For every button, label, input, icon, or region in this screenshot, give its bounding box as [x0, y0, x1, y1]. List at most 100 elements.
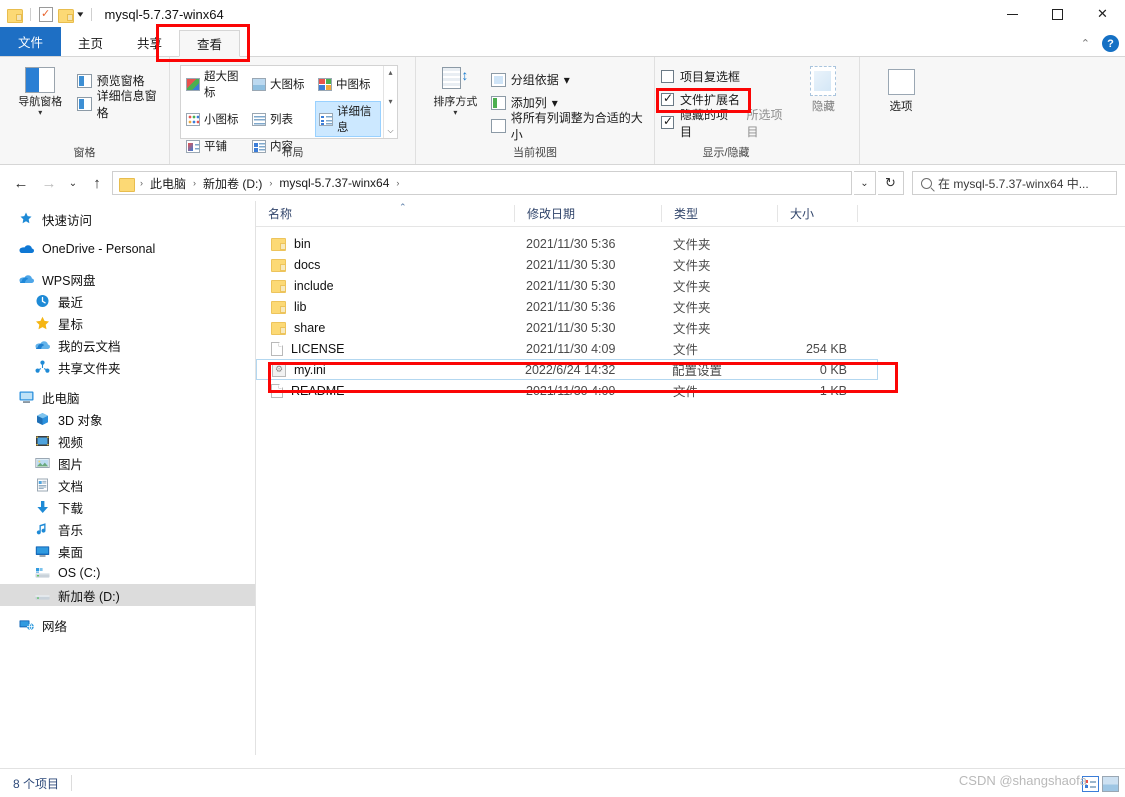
sidebar-item-videos[interactable]: 视频: [0, 430, 255, 452]
sidebar-label: 新加卷 (D:): [58, 589, 120, 604]
folder-icon[interactable]: [7, 8, 23, 23]
sidebar-item-music[interactable]: 音乐: [0, 518, 255, 540]
breadcrumb[interactable]: › 此电脑 › 新加卷 (D:) › mysql-5.7.37-winx64 ›: [112, 171, 852, 195]
view-mode-buttons[interactable]: [1082, 776, 1119, 792]
sort-by-button[interactable]: ↕ 排序方式 ▾: [426, 63, 485, 117]
sidebar-label: 视频: [58, 435, 84, 450]
table-row[interactable]: share 2021/11/30 5:30 文件夹: [256, 317, 1125, 338]
sort-icon: ↕: [442, 67, 468, 93]
hide-button[interactable]: 隐藏: [796, 63, 851, 114]
sidebar-label: 3D 对象: [58, 413, 103, 428]
layout-view-gallery[interactable]: 超大图标 大图标 中图标 小图标 列表 详细信息 平铺 内容 ▴ ▾ ⌵: [180, 65, 398, 153]
properties-icon[interactable]: [39, 6, 53, 22]
sidebar-item-wps-cloud[interactable]: WPS网盘: [0, 268, 255, 290]
onedrive-icon: [18, 241, 35, 257]
main-content: 快速访问 OneDrive - Personal WPS网盘 最近 星标 我的云…: [0, 201, 1125, 755]
file-date: 2021/11/30 5:30: [526, 278, 616, 293]
sidebar-item-shared-folder[interactable]: 共享文件夹: [0, 356, 255, 378]
layout-medium-icons[interactable]: 中图标: [315, 67, 381, 101]
group-by-button[interactable]: 分组依据 ▾: [490, 68, 646, 91]
breadcrumb-drive-d[interactable]: 新加卷 (D:): [199, 175, 266, 192]
chevron-down-icon[interactable]: ▾: [552, 96, 558, 110]
table-row[interactable]: docs 2021/11/30 5:30 文件夹: [256, 254, 1125, 275]
chevron-down-icon[interactable]: ▾: [77, 9, 83, 20]
sidebar-label: 文档: [58, 479, 84, 494]
item-checkboxes-option[interactable]: 项目复选框: [661, 65, 792, 88]
maximize-button[interactable]: [1035, 0, 1080, 28]
table-row[interactable]: my.ini 2022/6/24 14:32 配置设置 0 KB: [256, 359, 878, 380]
tab-share[interactable]: 共享: [120, 29, 179, 56]
column-header-type[interactable]: 类型: [661, 205, 777, 222]
close-button[interactable]: ✕: [1080, 0, 1125, 28]
sidebar-item-recent[interactable]: 最近: [0, 290, 255, 312]
column-header-name[interactable]: 名称: [256, 205, 514, 222]
address-dropdown-button[interactable]: ⌄: [854, 171, 876, 195]
sidebar-item-downloads[interactable]: 下载: [0, 496, 255, 518]
scroll-more-icon[interactable]: ⌵: [387, 126, 393, 136]
checkbox-item-checkboxes[interactable]: [661, 70, 674, 83]
scroll-down-icon[interactable]: ▾: [388, 97, 392, 106]
chevron-down-icon[interactable]: ▾: [38, 108, 42, 117]
new-folder-icon[interactable]: [58, 8, 74, 23]
large-icons-view-icon[interactable]: [1102, 776, 1119, 792]
window-controls[interactable]: ✕: [990, 0, 1125, 28]
table-row[interactable]: LICENSE 2021/11/30 4:09 文件 254 KB: [256, 338, 1125, 359]
layout-gallery-scrollbar[interactable]: ▴ ▾ ⌵: [383, 66, 397, 138]
size-all-columns-button[interactable]: 将所有列调整为合适的大小: [490, 111, 646, 142]
table-row[interactable]: README 2021/11/30 4:09 文件 1 KB: [256, 380, 1125, 401]
checkbox-file-extensions[interactable]: [661, 91, 674, 106]
table-row[interactable]: include 2021/11/30 5:30 文件夹: [256, 275, 1125, 296]
minimize-button[interactable]: [990, 0, 1035, 28]
search-input[interactable]: 在 mysql-5.7.37-winx64 中...: [912, 171, 1117, 195]
scroll-up-icon[interactable]: ▴: [388, 68, 392, 77]
quick-access-toolbar[interactable]: ▾: [0, 6, 95, 23]
table-row[interactable]: lib 2021/11/30 5:36 文件夹: [256, 296, 1125, 317]
tab-view[interactable]: 查看: [179, 30, 241, 57]
group-label-show-hide: 显示/隐藏: [702, 147, 750, 159]
sidebar-item-quick-access[interactable]: 快速访问: [0, 208, 255, 230]
help-icon[interactable]: ?: [1102, 35, 1119, 52]
pictures-icon: [34, 455, 51, 471]
sidebar-item-documents[interactable]: 文档: [0, 474, 255, 496]
breadcrumb-mysql-folder[interactable]: mysql-5.7.37-winx64: [275, 176, 393, 190]
chevron-up-icon[interactable]: ⌃: [1081, 37, 1090, 50]
sidebar-item-network[interactable]: 网络: [0, 614, 255, 636]
navigation-pane-button[interactable]: 导航窗格 ▾: [10, 63, 71, 117]
chevron-down-icon[interactable]: ▾: [564, 73, 570, 87]
group-by-label: 分组依据: [510, 73, 559, 87]
layout-list[interactable]: 列表: [249, 101, 315, 137]
hidden-items-option[interactable]: 隐藏的项目 所选项目: [661, 108, 792, 139]
options-button[interactable]: 选项: [870, 63, 932, 114]
column-header-size[interactable]: 大小: [777, 205, 857, 222]
column-header-date[interactable]: 修改日期: [514, 205, 661, 222]
up-button[interactable]: ↑: [84, 170, 110, 196]
tab-file[interactable]: 文件: [0, 27, 62, 56]
file-date: 2021/11/30 4:09: [526, 341, 616, 356]
sidebar-item-3d-objects[interactable]: 3D 对象: [0, 408, 255, 430]
back-button[interactable]: ←: [8, 170, 34, 196]
recent-locations-button[interactable]: ⌄: [64, 170, 82, 196]
sidebar-item-onedrive[interactable]: OneDrive - Personal: [0, 238, 255, 260]
sidebar-item-starred[interactable]: 星标: [0, 312, 255, 334]
tab-home[interactable]: 主页: [61, 29, 120, 56]
sidebar-item-pictures[interactable]: 图片: [0, 452, 255, 474]
checkbox-hidden-items[interactable]: [661, 114, 674, 129]
breadcrumb-this-pc[interactable]: 此电脑: [146, 175, 190, 192]
table-row[interactable]: bin 2021/11/30 5:36 文件夹: [256, 233, 1125, 254]
layout-large-icons[interactable]: 大图标: [249, 67, 315, 101]
breadcrumb-separator: ›: [140, 178, 143, 188]
sidebar-item-desktop[interactable]: 桌面: [0, 540, 255, 562]
layout-extra-large-icons[interactable]: 超大图标: [183, 67, 249, 101]
chevron-down-icon[interactable]: ▾: [453, 108, 457, 117]
layout-details[interactable]: 详细信息: [315, 101, 381, 137]
file-date: 2021/11/30 5:36: [526, 299, 616, 314]
sidebar-item-new-volume-d[interactable]: 新加卷 (D:): [0, 584, 255, 606]
layout-small-icons[interactable]: 小图标: [183, 101, 249, 137]
layout-label: 列表: [270, 114, 293, 126]
details-pane-button[interactable]: 详细信息窗格: [76, 89, 161, 120]
forward-button[interactable]: →: [36, 170, 62, 196]
sidebar-item-this-pc[interactable]: 此电脑: [0, 386, 255, 408]
refresh-button[interactable]: ↻: [878, 171, 904, 195]
sidebar-item-my-cloud-docs[interactable]: 我的云文档: [0, 334, 255, 356]
sidebar-item-os-c[interactable]: OS (C:): [0, 562, 255, 584]
